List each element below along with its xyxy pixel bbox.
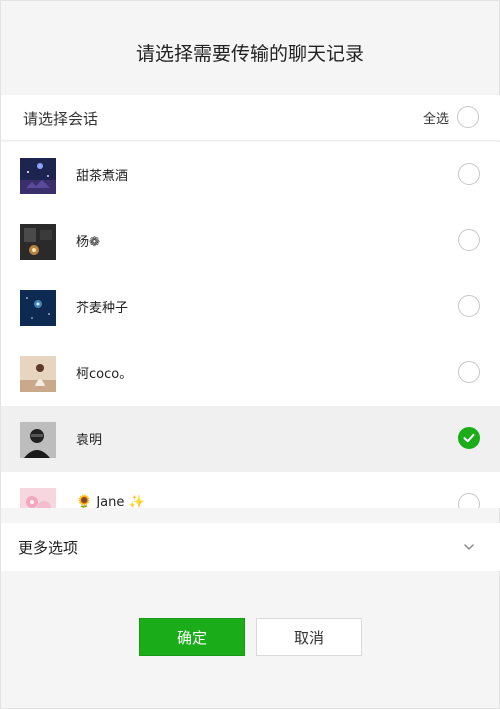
night-sky-avatar: [20, 158, 56, 194]
chat-select-radio[interactable]: [458, 493, 480, 508]
chevron-down-icon[interactable]: [463, 541, 475, 553]
chat-select-radio[interactable]: [458, 163, 480, 185]
chat-select-radio[interactable]: [458, 229, 480, 251]
chat-select-radio[interactable]: [458, 361, 480, 383]
select-all-radio[interactable]: [457, 106, 479, 128]
starry-blue-avatar: [20, 290, 56, 326]
more-options-label: 更多选项: [18, 539, 79, 557]
chat-row-selected[interactable]: 袁明: [1, 406, 500, 472]
pink-flower-avatar: [20, 488, 56, 508]
select-all-toggle[interactable]: 全选: [423, 106, 479, 128]
chat-name: 柯coco。: [76, 367, 133, 382]
chat-select-radio[interactable]: [458, 295, 480, 317]
chat-select-radio-checked[interactable]: [458, 427, 480, 449]
checkmark-icon: [463, 433, 475, 443]
cancel-button[interactable]: 取消: [256, 618, 362, 656]
chat-name: 甜茶煮酒: [76, 169, 129, 184]
chat-row[interactable]: 杨❁: [1, 208, 500, 274]
more-options-row[interactable]: 更多选项: [1, 523, 500, 571]
chat-list[interactable]: 甜茶煮酒 杨❁ 芥麦种子 柯coco。 袁明 🌻 Jane ✨: [1, 142, 500, 508]
chat-name: 芥麦种子: [76, 301, 129, 316]
confirm-button[interactable]: 确定: [139, 618, 245, 656]
chat-name: 袁明: [76, 433, 103, 448]
chat-row[interactable]: 🌻 Jane ✨: [1, 472, 500, 508]
transfer-chat-dialog: 请选择需要传输的聊天记录 请选择会话 全选 甜茶煮酒 杨❁ 芥麦种子 柯coco…: [0, 0, 500, 709]
chat-name: 杨❁: [76, 235, 100, 250]
man-portrait-avatar: [20, 422, 56, 458]
chat-row[interactable]: 柯coco。: [1, 340, 500, 406]
girl-photo-avatar: [20, 356, 56, 392]
chat-row[interactable]: 甜茶煮酒: [1, 142, 500, 208]
section-header: 请选择会话 全选: [1, 95, 500, 141]
select-all-label: 全选: [422, 111, 449, 127]
candle-room-avatar: [20, 224, 56, 260]
section-label: 请选择会话: [23, 110, 99, 128]
chat-name: 🌻 Jane ✨: [76, 495, 145, 508]
chat-row[interactable]: 芥麦种子: [1, 274, 500, 340]
dialog-title: 请选择需要传输的聊天记录: [135, 43, 364, 65]
